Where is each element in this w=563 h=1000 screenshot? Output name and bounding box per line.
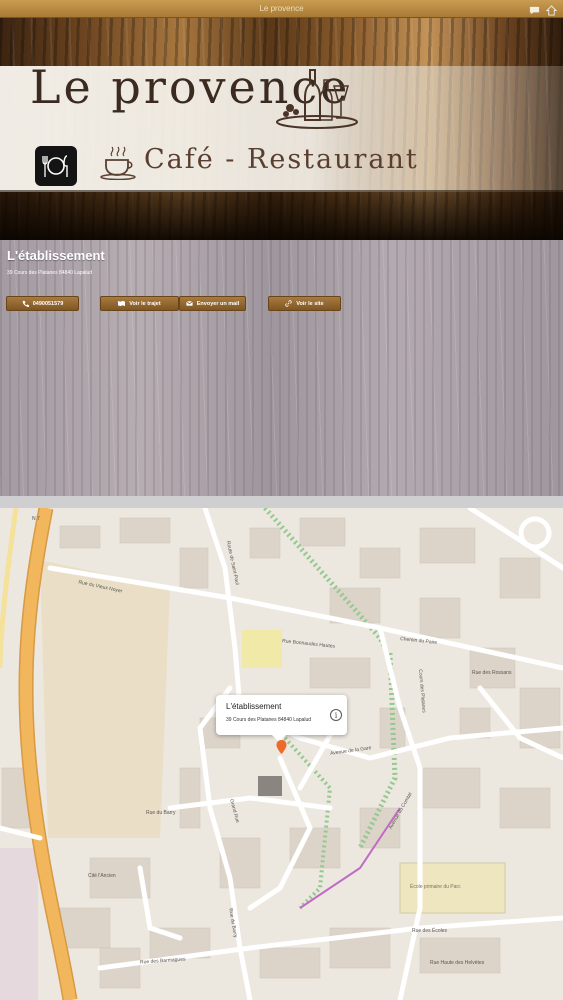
street-label: Rue des Écoles xyxy=(412,928,448,934)
route-button-label: Voir le trajet xyxy=(129,300,161,307)
street-label: Rue Haute des Helvètes xyxy=(430,960,485,966)
app-title: Le provence xyxy=(259,4,304,13)
logo-subtitle: Café - Restaurant xyxy=(144,144,419,175)
coffee-cup-icon xyxy=(100,146,136,180)
website-button[interactable]: Voir le site xyxy=(268,296,341,311)
route-button[interactable]: Voir le trajet xyxy=(100,296,179,311)
street-label: Rue du Barry xyxy=(146,810,176,816)
email-button-label: Envoyer un mail xyxy=(196,300,240,307)
envelope-icon xyxy=(185,301,193,306)
info-icon[interactable]: i xyxy=(330,709,342,721)
map-icon xyxy=(118,300,126,307)
road-label: N 7 xyxy=(32,516,40,522)
website-button-label: Voir le site xyxy=(296,300,324,307)
establishment-section: L'établissement 39 Cours des Platanes 84… xyxy=(0,240,563,496)
callout-title: L'établissement xyxy=(226,702,282,711)
link-icon xyxy=(285,300,293,307)
street-label: Rue des Rossans xyxy=(472,670,512,676)
establishment-address: 39 Cours des Platanes 84840 Lapalud xyxy=(7,270,93,276)
phone-icon xyxy=(22,300,29,307)
location-map[interactable]: Rue du Vieux Noyer Route de Saint-Paul R… xyxy=(0,508,563,1000)
location-pin-icon[interactable] xyxy=(276,740,287,754)
cutlery-icon xyxy=(35,146,77,186)
app-title-bar: Le provence xyxy=(0,0,563,18)
establishment-title: L'établissement xyxy=(7,248,105,263)
email-button[interactable]: Envoyer un mail xyxy=(179,296,246,311)
call-button-label: 0490051579 xyxy=(32,300,64,307)
bottles-illustration-icon xyxy=(276,69,358,129)
location-callout[interactable]: L'établissement 39 Cours des Platanes 84… xyxy=(216,695,347,743)
poi-label: École primaire du Parc xyxy=(410,884,461,890)
street-label: Cité l'Ancien xyxy=(88,873,116,879)
callout-address: 39 Cours des Platanes 84840 Lapalud xyxy=(226,717,312,723)
call-button[interactable]: 0490051579 xyxy=(6,296,79,311)
